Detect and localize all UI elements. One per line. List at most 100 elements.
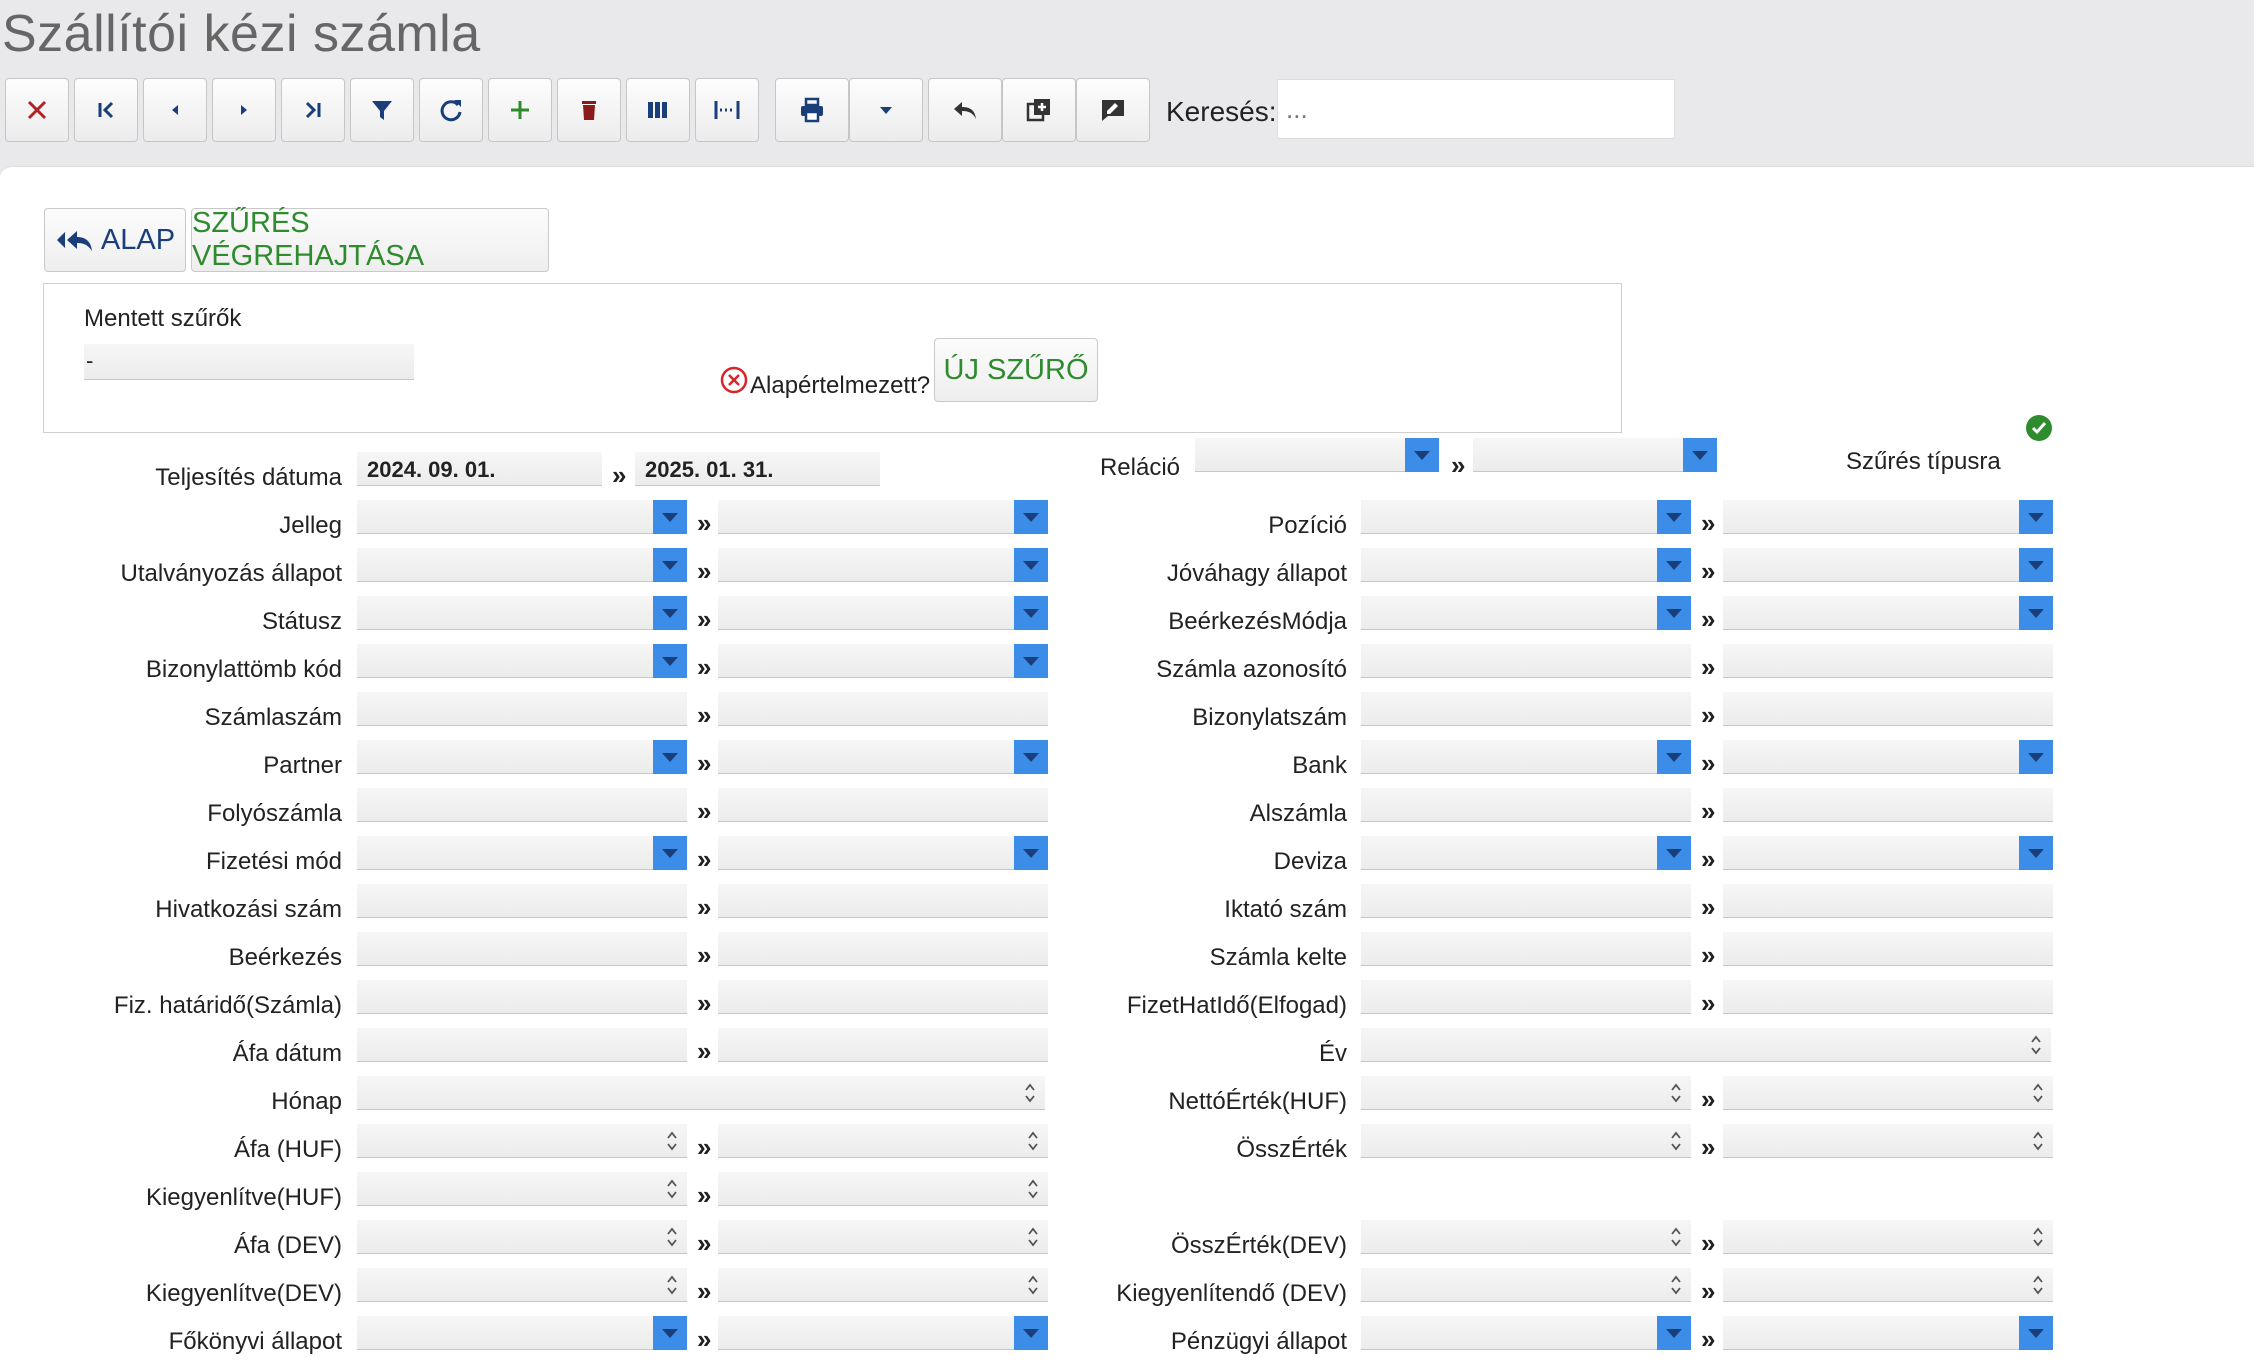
number-from-field[interactable]	[1361, 1220, 1691, 1254]
new-filter-button[interactable]: ÚJ SZŰRŐ	[934, 338, 1098, 402]
text-to-field[interactable]	[718, 1028, 1048, 1062]
select-from-field[interactable]	[1361, 596, 1691, 630]
select-from-field[interactable]	[357, 740, 687, 774]
dropdown-arrow-icon[interactable]	[2019, 836, 2053, 870]
columns-button[interactable]	[626, 78, 690, 142]
dropdown-arrow-icon[interactable]	[2019, 1316, 2053, 1350]
date-to-field[interactable]: 2025. 01. 31.	[635, 452, 880, 486]
number-to-field[interactable]	[1723, 1124, 2053, 1158]
dropdown-arrow-icon[interactable]	[1657, 1316, 1691, 1350]
text-to-field[interactable]	[1723, 980, 2053, 1014]
add-button[interactable]	[488, 78, 552, 142]
dropdown-arrow-icon[interactable]	[1657, 500, 1691, 534]
number-from-field[interactable]	[357, 1124, 687, 1158]
select-from-field[interactable]	[1361, 500, 1691, 534]
select-to-field[interactable]	[718, 740, 1048, 774]
text-to-field[interactable]	[1723, 884, 2053, 918]
dropdown-arrow-icon[interactable]	[1405, 438, 1439, 472]
dropdown-arrow-icon[interactable]	[2019, 596, 2053, 630]
select-from-field[interactable]	[1361, 740, 1691, 774]
select-to-field[interactable]	[1723, 836, 2053, 870]
select-to-field[interactable]	[718, 644, 1048, 678]
dropdown-arrow-icon[interactable]	[1657, 548, 1691, 582]
search-input[interactable]	[1277, 79, 1675, 139]
select-from-field[interactable]	[357, 836, 687, 870]
number-to-field[interactable]	[1723, 1268, 2053, 1302]
text-from-field[interactable]	[357, 980, 687, 1014]
check-circle-icon[interactable]	[2025, 414, 2053, 442]
dropdown-arrow-icon[interactable]	[1014, 1316, 1048, 1350]
refresh-button[interactable]	[419, 78, 483, 142]
select-from-field[interactable]	[1361, 1316, 1691, 1350]
last-record-button[interactable]	[281, 78, 345, 142]
select-to-field[interactable]	[1723, 596, 2053, 630]
text-to-field[interactable]	[718, 932, 1048, 966]
select-to-field[interactable]	[1723, 500, 2053, 534]
more-dropdown-button[interactable]	[849, 78, 923, 142]
select-from-field[interactable]	[1361, 836, 1691, 870]
text-from-field[interactable]	[357, 788, 687, 822]
number-to-field[interactable]	[718, 1220, 1048, 1254]
number-to-field[interactable]	[718, 1172, 1048, 1206]
back-to-basic-button[interactable]: ALAP	[44, 208, 186, 272]
dropdown-arrow-icon[interactable]	[653, 1316, 687, 1350]
delete-button[interactable]	[557, 78, 621, 142]
undo-button[interactable]	[928, 78, 1002, 142]
dropdown-arrow-icon[interactable]	[1657, 836, 1691, 870]
dropdown-arrow-icon[interactable]	[2019, 548, 2053, 582]
select-to-field[interactable]	[718, 596, 1048, 630]
text-to-field[interactable]	[1723, 932, 2053, 966]
text-to-field[interactable]	[718, 788, 1048, 822]
dropdown-arrow-icon[interactable]	[1657, 596, 1691, 630]
dropdown-arrow-icon[interactable]	[653, 548, 687, 582]
number-field[interactable]	[357, 1076, 1045, 1110]
text-to-field[interactable]	[1723, 692, 2053, 726]
dropdown-arrow-icon[interactable]	[1014, 548, 1048, 582]
number-to-field[interactable]	[1723, 1220, 2053, 1254]
number-from-field[interactable]	[1361, 1268, 1691, 1302]
number-from-field[interactable]	[357, 1268, 687, 1302]
dropdown-arrow-icon[interactable]	[1683, 438, 1717, 472]
filter-button[interactable]	[350, 78, 414, 142]
dropdown-arrow-icon[interactable]	[1014, 836, 1048, 870]
note-button[interactable]	[1076, 78, 1150, 142]
relation-from-select[interactable]	[1195, 438, 1439, 472]
number-to-field[interactable]	[718, 1268, 1048, 1302]
fit-width-button[interactable]	[695, 78, 759, 142]
copy-button[interactable]	[1002, 78, 1076, 142]
text-to-field[interactable]	[718, 884, 1048, 918]
first-record-button[interactable]	[74, 78, 138, 142]
dropdown-arrow-icon[interactable]	[2019, 740, 2053, 774]
select-from-field[interactable]	[357, 644, 687, 678]
dropdown-arrow-icon[interactable]	[653, 740, 687, 774]
text-from-field[interactable]	[357, 1028, 687, 1062]
select-to-field[interactable]	[718, 1316, 1048, 1350]
text-from-field[interactable]	[1361, 692, 1691, 726]
select-from-field[interactable]	[357, 548, 687, 582]
text-to-field[interactable]	[1723, 644, 2053, 678]
select-to-field[interactable]	[718, 500, 1048, 534]
text-from-field[interactable]	[357, 884, 687, 918]
saved-filters-select[interactable]: -	[84, 344, 414, 380]
number-to-field[interactable]	[1723, 1076, 2053, 1110]
number-field[interactable]	[1361, 1028, 2051, 1062]
text-to-field[interactable]	[1723, 788, 2053, 822]
select-from-field[interactable]	[357, 596, 687, 630]
prev-record-button[interactable]	[143, 78, 207, 142]
dropdown-arrow-icon[interactable]	[2019, 500, 2053, 534]
text-to-field[interactable]	[718, 692, 1048, 726]
number-from-field[interactable]	[1361, 1076, 1691, 1110]
dropdown-arrow-icon[interactable]	[1014, 500, 1048, 534]
select-from-field[interactable]	[357, 1316, 687, 1350]
number-from-field[interactable]	[1361, 1124, 1691, 1158]
text-from-field[interactable]	[1361, 980, 1691, 1014]
default-filter-label[interactable]: Alapértelmezett?	[750, 372, 930, 400]
dropdown-arrow-icon[interactable]	[1657, 740, 1691, 774]
dropdown-arrow-icon[interactable]	[1014, 644, 1048, 678]
print-button[interactable]	[775, 78, 849, 142]
dropdown-arrow-icon[interactable]	[653, 644, 687, 678]
select-to-field[interactable]	[1723, 740, 2053, 774]
close-circle-icon[interactable]	[720, 366, 748, 394]
number-from-field[interactable]	[357, 1220, 687, 1254]
dropdown-arrow-icon[interactable]	[1014, 740, 1048, 774]
